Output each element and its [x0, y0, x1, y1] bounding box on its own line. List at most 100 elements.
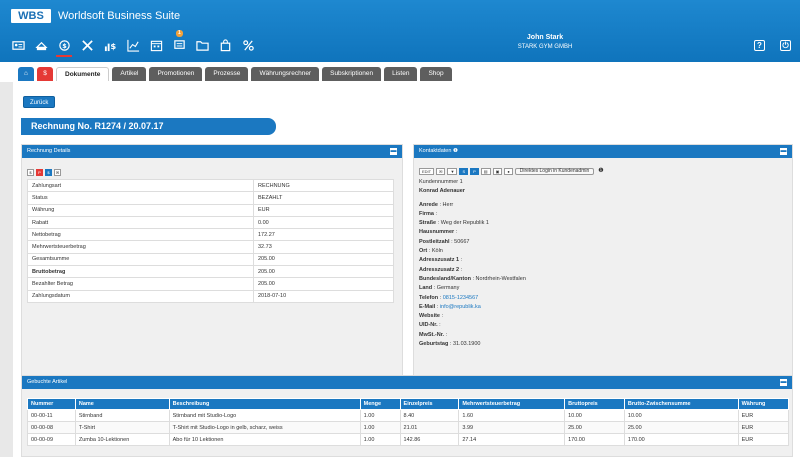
collapse-button[interactable]: ▬ [390, 148, 397, 155]
column-header[interactable]: Bruttopreis [564, 398, 625, 410]
contact-field-value: Weg der Republik 1 [440, 220, 489, 227]
documents-money-icon[interactable]: $ [56, 38, 72, 57]
contact-field-value: 50667 [454, 238, 470, 245]
table-cell: 1.00 [359, 409, 401, 422]
home-tab[interactable]: ⌂ [18, 67, 34, 81]
email-icon[interactable]: ✉ [436, 168, 446, 175]
info-icon[interactable]: ❶ [453, 148, 458, 154]
tools-icon[interactable] [80, 38, 94, 52]
collapse-button[interactable]: ▬ [780, 379, 787, 386]
contact-field: Straße : Weg der Republik 1 [419, 219, 789, 228]
contact-field: Firma : [419, 210, 789, 219]
main-content: Zurück Rechnung No. R1274 / 20.07.17 Rec… [13, 82, 800, 457]
help-button[interactable]: ? [754, 40, 765, 51]
contact-field-value: 31.03.1900 [452, 341, 481, 348]
tab-artikel[interactable]: Artikel [112, 67, 147, 81]
sms-icon[interactable]: S [459, 168, 469, 175]
column-header[interactable]: Brutto-Zwischensumme [623, 398, 739, 410]
pdf-icon[interactable]: P [36, 169, 43, 176]
table-row[interactable]: 00-00-11 Stirnband Stirnband mit Studio-Lo… [27, 409, 790, 422]
table-cell: 10.00 [564, 409, 625, 422]
contacts-card-icon[interactable] [11, 38, 25, 52]
column-header[interactable]: Menge [359, 398, 401, 410]
svg-text:$: $ [110, 41, 116, 51]
messages-icon[interactable]: 1 [172, 30, 186, 52]
details-row: Währung EUR [27, 203, 394, 217]
details-row: Bruttobetrag 205.00 [27, 265, 394, 279]
column-header[interactable]: Beschreibung [168, 398, 361, 410]
filter-icon[interactable]: ▼ [447, 168, 458, 175]
tab-waehrungsrechner[interactable]: Währungsrechner [251, 67, 320, 81]
table-cell: 00-00-08 [27, 421, 76, 434]
wbs-logo[interactable]: WBS [11, 9, 51, 23]
invoice-details-panel: Rechnung Details ▬ $ P $ ✉ Zahlungsart REC… [21, 144, 403, 403]
details-row: Status BEZAHLT [27, 191, 394, 205]
column-header[interactable]: Währung [737, 398, 790, 410]
details-label: Währung [27, 203, 254, 217]
lock-icon[interactable]: ▣ [492, 168, 503, 175]
table-cell: 21.01 [399, 421, 460, 434]
pdf-icon[interactable]: P [470, 168, 479, 175]
edit-button[interactable]: EDIT [419, 168, 435, 175]
folder-icon[interactable] [195, 38, 209, 52]
collapse-button[interactable]: ▬ [780, 148, 787, 155]
details-row: Zahlungsdatum 2018-07-10 [27, 289, 394, 303]
table-cell: EUR [737, 409, 790, 422]
table-row[interactable]: 00-00-08 T-Shirt T-Shirt mit Studio-Logo i… [27, 421, 790, 434]
details-value: 0.00 [253, 215, 394, 230]
contact-field-label: Telefon [419, 294, 439, 301]
column-header[interactable]: Einzelpreis [399, 398, 460, 410]
table-cell: 1.00 [359, 421, 401, 434]
tab-dokumente[interactable]: Dokumente [56, 67, 110, 81]
calendar-icon[interactable] [149, 38, 163, 52]
contact-field-value[interactable]: 0815-1234567 [443, 295, 478, 301]
table-row[interactable]: 00-00-09 Zumba 10-Lektionen Abo für 10 Lek… [27, 433, 790, 446]
contact-field-sep: : [444, 331, 448, 338]
panel-title: Kontaktdaten [419, 148, 452, 154]
table-cell: 00-00-11 [27, 409, 76, 422]
contact-field-value: Germany [436, 285, 460, 292]
email-icon[interactable]: ✉ [54, 169, 61, 176]
details-row: Rabatt 0.00 [27, 215, 394, 230]
column-header[interactable]: Mehrwertsteuerbetrag [458, 398, 566, 410]
contact-field-label: Firma [419, 210, 434, 217]
contact-field-label: Bundesland/Kanton [419, 275, 471, 282]
customer-name: Konrad Adenauer [419, 188, 465, 195]
tab-prozesse[interactable]: Prozesse [205, 67, 249, 81]
statistics-icon[interactable] [126, 38, 140, 52]
tab-promotionen[interactable]: Promotionen [149, 67, 203, 81]
table-cell: Stirnband mit Studio-Logo [168, 409, 361, 422]
power-button[interactable]: ⏻ [780, 40, 791, 51]
table-cell: 170.00 [623, 433, 739, 446]
shop-bag-icon[interactable] [218, 38, 232, 52]
invoice-money-icon[interactable] [34, 38, 48, 52]
tab-shop[interactable]: Shop [420, 67, 452, 81]
panel-header: Rechnung Details ▬ [22, 145, 402, 158]
contact-field: Anrede : Herr [419, 201, 789, 210]
customer-number: Kundennummer 1 [419, 179, 463, 185]
percent-icon[interactable] [241, 38, 255, 52]
document-icon[interactable]: ▤ [480, 168, 491, 175]
contact-field: Land : Germany [419, 284, 789, 293]
info-icon[interactable]: ❶ [598, 167, 603, 176]
sales-chart-icon[interactable]: $ [103, 38, 117, 52]
contact-field: Geburtstag : 31.03.1900 [419, 340, 789, 349]
tab-listen[interactable]: Listen [384, 67, 418, 81]
details-label: Rabatt [27, 215, 254, 230]
payment-icon[interactable]: $ [45, 169, 52, 176]
details-value: 32.73 [253, 240, 394, 254]
contact-field-value[interactable]: info@republik.ka [440, 304, 481, 310]
back-button[interactable]: Zurück [23, 96, 56, 108]
table-cell: Stirnband [74, 409, 170, 422]
booked-items-panel: Gebuchte Artikel ▬ Nummer Name Beschreibung… [21, 375, 793, 457]
tab-subskriptionen[interactable]: Subskriptionen [322, 67, 382, 81]
column-header[interactable]: Name [74, 398, 170, 410]
user-icon[interactable]: ● [504, 168, 513, 175]
table-cell: T-Shirt [74, 421, 170, 434]
direct-login-button[interactable]: Direktes Login in Kundenadmin [514, 168, 595, 175]
column-header[interactable]: Nummer [27, 398, 76, 410]
money-icon[interactable]: $ [27, 169, 34, 176]
contact-field-label: Straße [419, 220, 437, 227]
documents-icon-tab[interactable]: $ [37, 67, 53, 81]
table-cell: EUR [737, 421, 790, 434]
